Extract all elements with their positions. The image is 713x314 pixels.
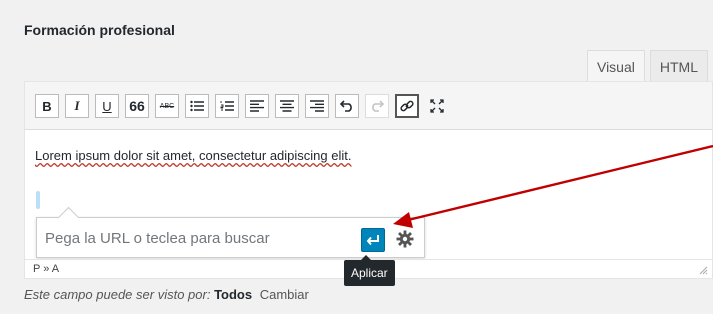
- profile-field-panel: Formación profesional Visual HTML B I U …: [0, 0, 713, 314]
- resize-handle-icon[interactable]: [699, 266, 708, 275]
- align-center-icon: [280, 100, 294, 112]
- editor-mode-tabs: Visual HTML: [582, 50, 708, 82]
- apply-tooltip: Aplicar: [344, 255, 395, 286]
- editor-content[interactable]: Lorem ipsum dolor sit amet, consectetur …: [35, 148, 351, 163]
- link-popover: [36, 217, 425, 258]
- visibility-audience: Todos: [214, 287, 253, 302]
- link-placeholder-marker: [36, 191, 40, 209]
- tab-visual[interactable]: Visual: [586, 50, 645, 82]
- align-left-button[interactable]: [245, 94, 269, 118]
- visibility-note: Este campo puede ser visto por: Todos Ca…: [24, 287, 309, 302]
- link-icon: [400, 100, 414, 112]
- change-visibility-link[interactable]: Cambiar: [260, 287, 309, 302]
- align-left-icon: [250, 100, 264, 112]
- blockquote-button[interactable]: 66: [125, 94, 149, 118]
- url-search-input[interactable]: [41, 223, 361, 253]
- element-path: P » A: [33, 263, 60, 275]
- numbered-list-icon: [220, 101, 234, 111]
- align-right-button[interactable]: [305, 94, 329, 118]
- fullscreen-icon: [430, 99, 444, 113]
- align-center-button[interactable]: [275, 94, 299, 118]
- undo-button[interactable]: [335, 94, 359, 118]
- bold-button[interactable]: B: [35, 94, 59, 118]
- enter-icon: [366, 235, 379, 246]
- fullscreen-button[interactable]: [425, 94, 449, 118]
- italic-button[interactable]: I: [65, 94, 89, 118]
- insert-link-button[interactable]: [395, 94, 419, 118]
- apply-link-button[interactable]: [361, 228, 385, 252]
- underline-button[interactable]: U: [95, 94, 119, 118]
- rich-text-editor: B I U 66 ABC Lorem ipsum dolor sit amet,…: [24, 81, 713, 279]
- redo-icon: [372, 100, 384, 112]
- editor-toolbar: B I U 66 ABC: [25, 82, 712, 130]
- bullet-list-icon: [190, 100, 204, 112]
- redo-button[interactable]: [365, 94, 389, 118]
- field-title: Formación profesional: [24, 22, 175, 38]
- numbered-list-button[interactable]: [215, 94, 239, 118]
- link-options-button[interactable]: [394, 228, 416, 250]
- bullet-list-button[interactable]: [185, 94, 209, 118]
- tab-html[interactable]: HTML: [649, 50, 708, 82]
- undo-icon: [340, 100, 352, 112]
- visibility-prefix: Este campo puede ser visto por:: [24, 287, 211, 302]
- gear-icon: [396, 230, 414, 248]
- editor-text: Lorem ipsum dolor sit amet, consectetur …: [35, 148, 352, 163]
- align-right-icon: [310, 100, 324, 112]
- strikethrough-button[interactable]: ABC: [155, 94, 179, 118]
